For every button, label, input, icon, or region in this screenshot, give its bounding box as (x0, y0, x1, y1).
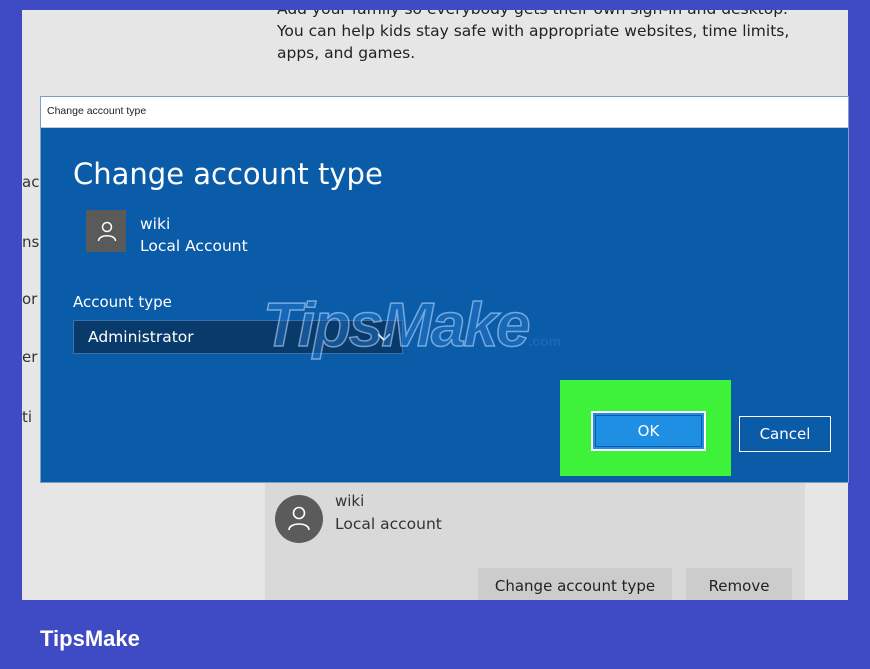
member-avatar (275, 495, 323, 543)
remove-button[interactable]: Remove (686, 568, 792, 600)
sidebar-fragment[interactable]: er (22, 348, 37, 366)
person-icon (288, 506, 310, 531)
user-avatar (86, 210, 126, 252)
watermark-logo: TipsMake.com (262, 290, 562, 361)
watermark-text: TipsMake (262, 290, 531, 361)
sidebar-fragment[interactable]: ns (22, 233, 39, 251)
change-account-type-button[interactable]: Change account type (478, 568, 672, 600)
user-account-kind: Local Account (140, 237, 248, 255)
watermark-suffix: .com (528, 333, 562, 349)
account-type-label: Account type (73, 293, 172, 311)
footer-brand: TipsMake (40, 626, 140, 651)
cancel-button[interactable]: Cancel (739, 416, 831, 452)
intro-line: You can help kids stay safe with appropr… (277, 22, 790, 40)
sidebar-fragment[interactable]: ti (22, 408, 32, 426)
ok-button[interactable]: OK (591, 411, 706, 451)
user-name: wiki (140, 215, 171, 233)
sidebar-fragment[interactable]: or (22, 290, 37, 308)
member-name: wiki (335, 492, 365, 510)
intro-line: Add your family so everybody gets their … (277, 10, 817, 20)
dialog-titlebar[interactable]: Change account type (41, 97, 848, 128)
person-icon (97, 221, 117, 242)
dialog-heading: Change account type (73, 157, 383, 191)
intro-line: apps, and games. (277, 44, 416, 62)
account-type-selected-value: Administrator (88, 328, 194, 346)
family-intro-text: Add your family so everybody gets their … (277, 10, 817, 64)
sidebar-fragment[interactable]: ac (22, 173, 39, 191)
member-account-type: Local account (335, 515, 442, 533)
dialog-window-title: Change account type (47, 105, 147, 117)
image-frame: Add your family so everybody gets their … (0, 0, 870, 669)
